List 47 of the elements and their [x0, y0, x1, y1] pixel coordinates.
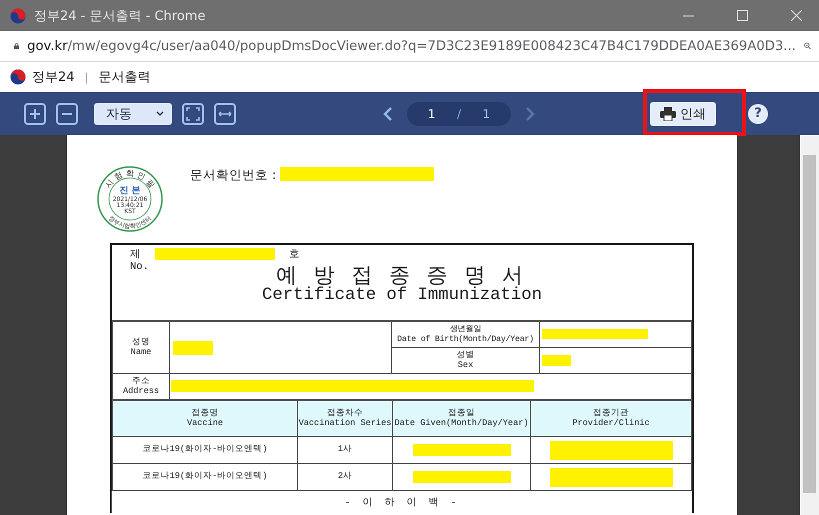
- caret-icon: [156, 111, 164, 116]
- minimize-icon[interactable]: [682, 14, 694, 16]
- previous-page-icon[interactable]: [383, 106, 393, 120]
- birth-date-label: 생년월일 Date of Birth(Month/Day/Year): [397, 325, 534, 344]
- header-divider: |: [84, 70, 88, 84]
- brand-name: 정부24: [32, 69, 75, 86]
- fit-page-icon[interactable]: [182, 102, 204, 124]
- lock-icon[interactable]: [14, 40, 20, 52]
- address-bar[interactable]: gov.kr/mw/egovg4c/user/aa040/popupDmsDocViewer.do?q=7D3C23E9189E008423C47B4C179DDEA0AE369A0D3...: [27, 38, 796, 54]
- column-header: 접종일 Date Given(Month/Day/Year): [394, 408, 529, 428]
- maximize-icon[interactable]: [736, 10, 748, 21]
- redaction-mark: [173, 340, 213, 354]
- address-label: 주소 Address: [122, 376, 160, 396]
- zoom-dropdown[interactable]: 자동: [94, 102, 172, 124]
- printer-icon: [660, 106, 676, 120]
- number-label: No.: [130, 261, 149, 273]
- end-note: - 이 하 이 백 -: [111, 491, 692, 513]
- column-header: 접종기관 Provider/Clinic: [572, 408, 650, 428]
- table-cell: 코로나19(화이자-바이오엔텍): [142, 471, 268, 482]
- page-number-field[interactable]: 1: [428, 106, 436, 120]
- sex-label: 성별 Sex: [456, 350, 474, 370]
- table-cell: 1사: [338, 444, 352, 454]
- certificate-subtitle: Certificate of Immunization: [262, 287, 542, 305]
- redaction-mark: [542, 354, 571, 366]
- table-cell: 코로나19(화이자-바이오엔텍): [142, 444, 268, 454]
- number-suffix: 호: [289, 248, 300, 261]
- name-label: 성명 Name: [130, 336, 152, 356]
- print-button[interactable]: 인쇄: [650, 102, 716, 126]
- page-count: 1: [482, 106, 490, 120]
- number-prefix: 제: [130, 248, 141, 261]
- column-header: 접종명 Vaccine: [186, 408, 224, 428]
- close-icon[interactable]: [790, 10, 802, 21]
- document-number-label: 문서확인번호 :: [190, 167, 276, 184]
- certificate-title: 예 방 접 종 증 명 서: [276, 263, 528, 287]
- scrollbar[interactable]: [800, 135, 819, 515]
- window-title: 정부24 - 문서출력 - Chrome: [34, 8, 206, 24]
- column-header: 접종차수 Vaccination Series: [298, 408, 392, 428]
- page-title: 문서출력: [98, 69, 150, 86]
- fit-width-icon[interactable]: [214, 102, 236, 124]
- emblem-icon: [10, 8, 26, 24]
- table-cell: 2사: [338, 471, 352, 482]
- page-separator: /: [456, 106, 461, 120]
- logo-icon: [10, 69, 26, 85]
- zoom-in-icon[interactable]: [24, 102, 46, 124]
- help-button[interactable]: ?: [748, 104, 768, 124]
- scrollbar-thumb[interactable]: [803, 155, 816, 493]
- zoom-out-icon[interactable]: [56, 102, 78, 124]
